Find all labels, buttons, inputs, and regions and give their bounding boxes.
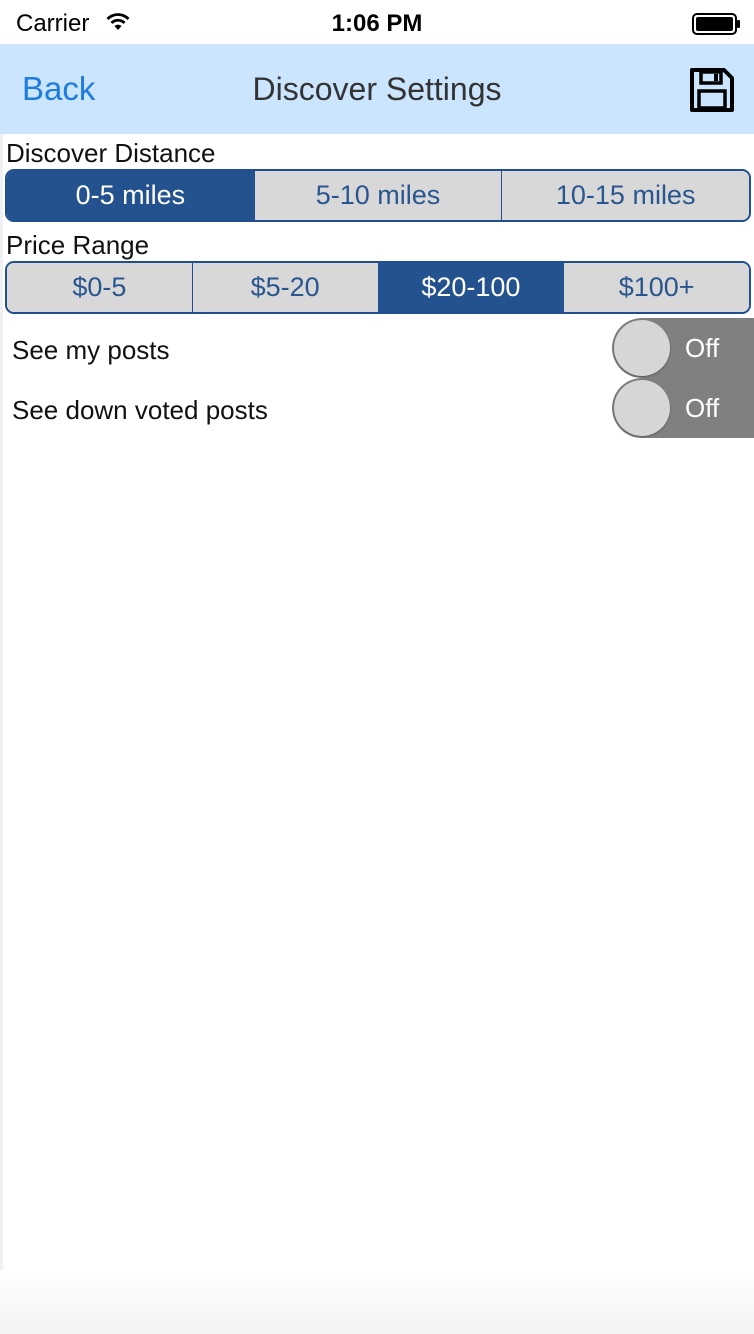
bottom-fade — [0, 1270, 754, 1334]
distance-option-0-5[interactable]: 0-5 miles — [7, 171, 255, 220]
see-my-posts-label: See my posts — [12, 335, 170, 365]
price-option-0-5[interactable]: $0-5 — [7, 263, 193, 312]
see-down-voted-posts-label: See down voted posts — [12, 395, 268, 425]
price-segmented-control: $0-5 $5-20 $20-100 $100+ — [5, 261, 751, 314]
price-option-20-100[interactable]: $20-100 — [378, 263, 565, 312]
toggle-knob — [614, 320, 670, 376]
status-bar: Carrier 1:06 PM — [0, 0, 754, 44]
navigation-bar: Back Discover Settings — [0, 44, 754, 134]
toggle-knob — [614, 380, 670, 436]
distance-option-5-10[interactable]: 5-10 miles — [254, 171, 503, 220]
battery-icon — [692, 13, 742, 40]
left-edge — [0, 0, 3, 1334]
price-option-100-plus[interactable]: $100+ — [564, 263, 749, 312]
price-option-5-20[interactable]: $5-20 — [192, 263, 379, 312]
settings-screen: Carrier 1:06 PM Back Discover Settings D… — [0, 0, 754, 1334]
toggle-state-label: Off — [685, 393, 720, 423]
page-title: Discover Settings — [252, 71, 502, 107]
distance-segmented-control: 0-5 miles 5-10 miles 10-15 miles — [5, 169, 751, 222]
save-icon[interactable] — [688, 66, 736, 114]
see-my-posts-toggle[interactable]: Off — [612, 318, 754, 378]
toggle-state-label: Off — [685, 333, 720, 363]
see-down-voted-posts-toggle[interactable]: Off — [612, 378, 754, 438]
distance-option-10-15[interactable]: 10-15 miles — [502, 171, 749, 220]
status-time: 1:06 PM — [331, 10, 423, 37]
price-range-label: Price Range — [6, 230, 150, 260]
distance-label: Discover Distance — [6, 138, 216, 168]
